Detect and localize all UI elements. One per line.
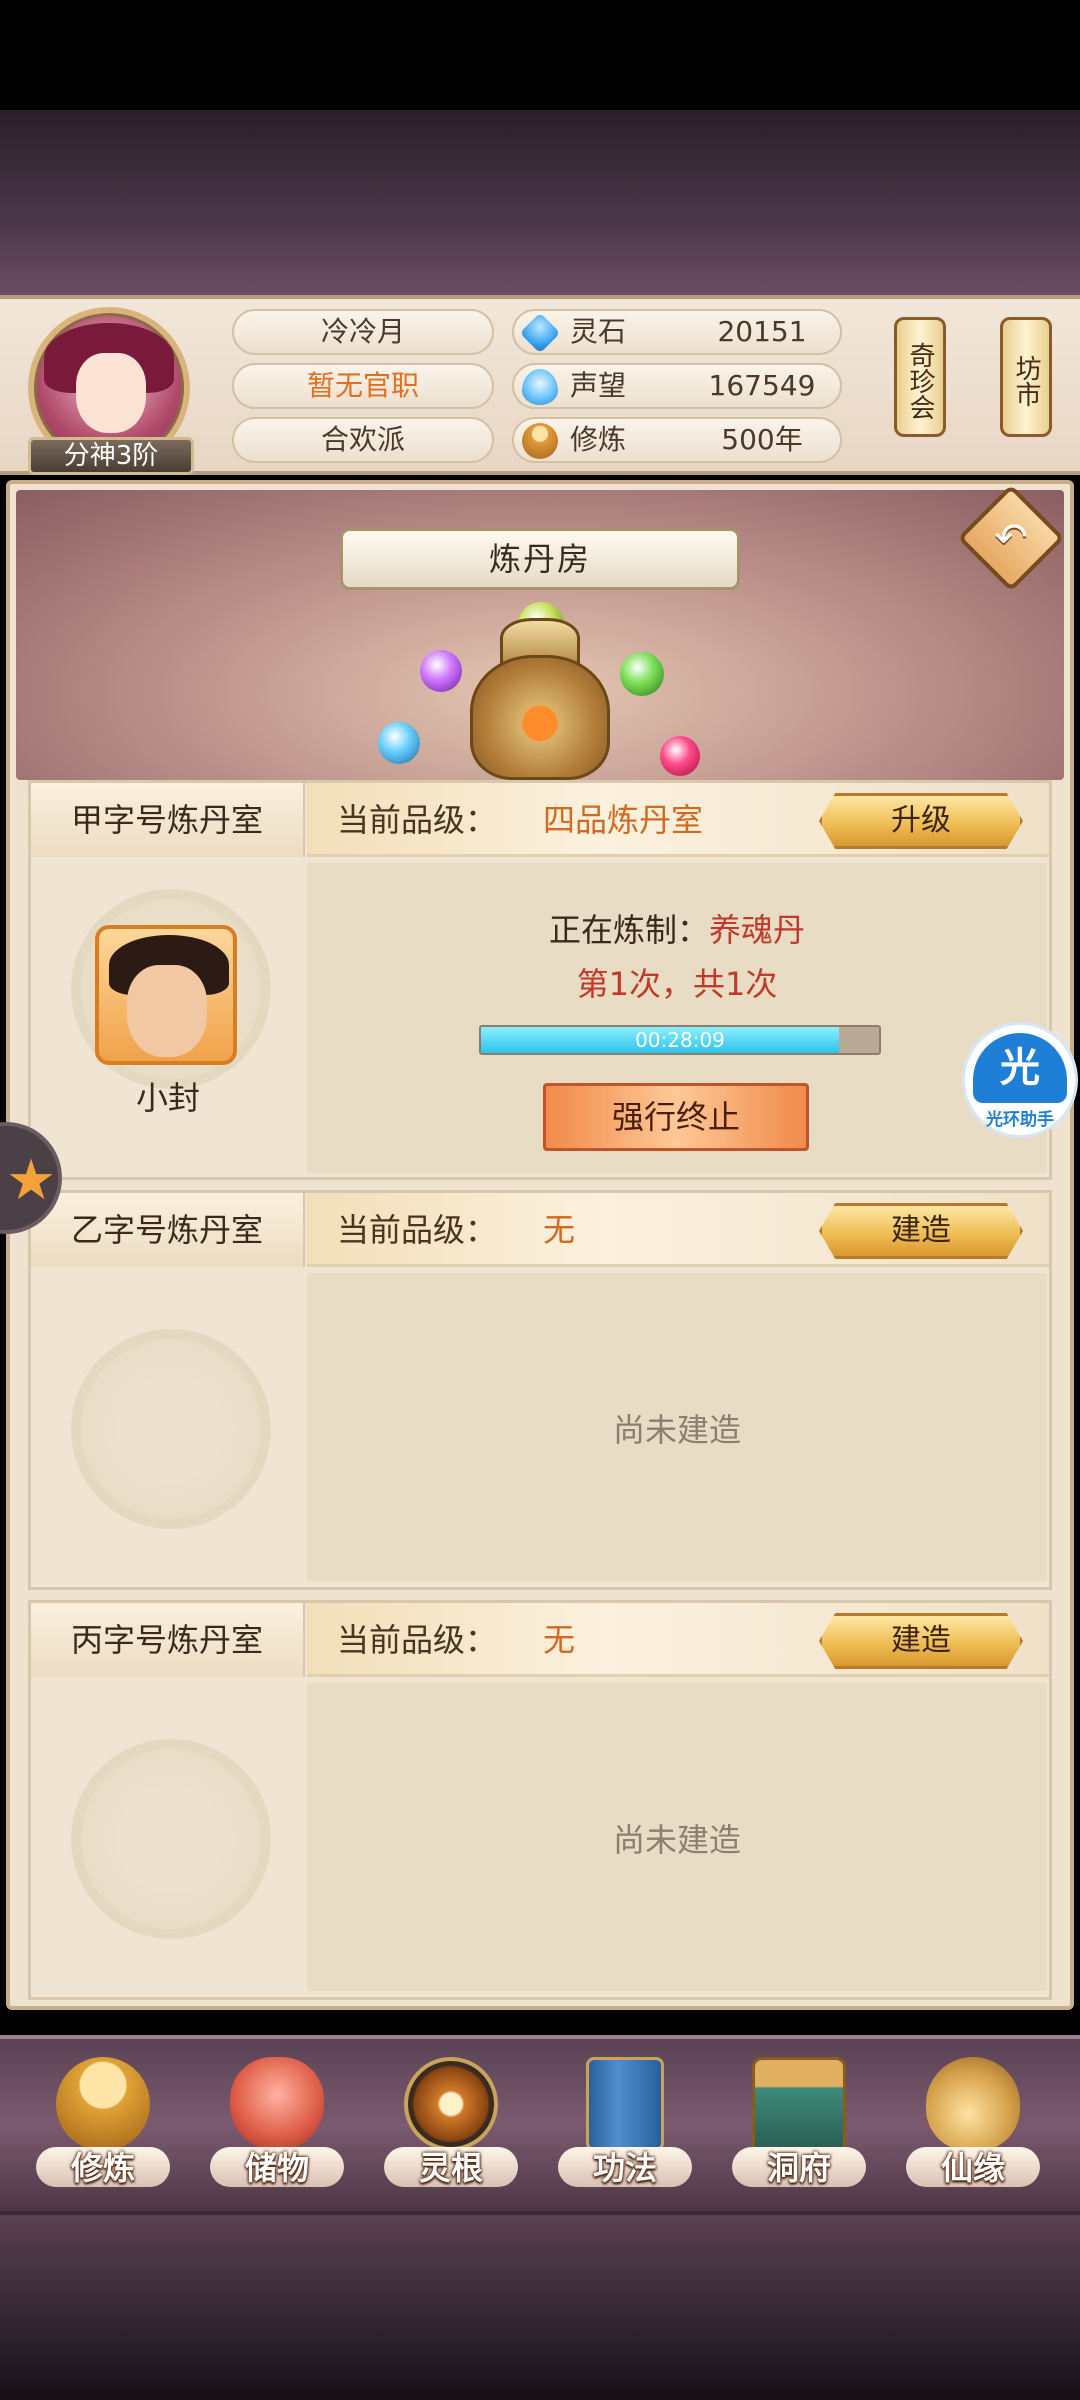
crafting-line: 正在炼制：养魂丹 — [307, 905, 1047, 951]
nav-storage[interactable]: 储物 — [202, 2051, 352, 2211]
lime-orb-icon — [620, 652, 664, 696]
resource-value: 167549 — [708, 369, 816, 402]
crafting-count: 第1次，共1次 — [576, 965, 778, 1003]
purple-orb-icon — [420, 650, 462, 692]
nav-label: 灵根 — [418, 2149, 483, 2187]
spirit-root-icon — [404, 2057, 498, 2151]
nav-label: 功法 — [592, 2149, 657, 2187]
nav-fate[interactable]: 仙缘 — [898, 2051, 1048, 2211]
star-icon: ★ — [6, 1148, 57, 1213]
grade-value: 无 — [543, 1621, 576, 1659]
assistant-label: 光环助手 — [986, 1110, 1054, 1130]
crafting-label: 正在炼制： — [548, 911, 709, 949]
alchemy-room-1: 甲字号炼丹室 当前品级： 四品炼丹室 升级 小封 正在炼制：养魂丹 第1次，共1… — [28, 780, 1052, 1180]
nav-spirit-root[interactable]: 灵根 — [376, 2051, 526, 2211]
worker-face — [127, 965, 207, 1057]
resource-label: 声望 — [570, 369, 627, 402]
upgrade-button[interactable]: 升级 — [819, 793, 1023, 849]
resource-value: 500年 — [721, 423, 803, 456]
storage-bag-icon — [230, 2057, 324, 2151]
resource-label: 灵石 — [570, 315, 627, 348]
empty-room-area: 尚未建造 — [307, 1683, 1047, 1991]
not-built-text: 尚未建造 — [612, 1411, 741, 1449]
assistant-logo-icon: 光 — [973, 1033, 1067, 1103]
crafting-item: 养魂丹 — [709, 911, 806, 949]
resource-label: 修炼 — [570, 423, 627, 456]
pink-orb-icon — [660, 736, 700, 776]
gourd-icon — [926, 2057, 1020, 2151]
room-watermark — [71, 1329, 271, 1529]
room-grade-bar: 当前品级： 无 建造 — [307, 1193, 1049, 1267]
not-built-text: 尚未建造 — [612, 1821, 741, 1859]
force-stop-button[interactable]: 强行终止 — [543, 1083, 809, 1151]
player-name: 冷冷月 — [232, 309, 494, 355]
grade-value: 四品炼丹室 — [543, 801, 704, 839]
empty-room-area: 尚未建造 — [307, 1273, 1047, 1581]
grade-label: 当前品级： — [337, 1621, 498, 1659]
alchemy-cauldron-icon — [470, 655, 610, 780]
return-arrow-icon: ↶ — [994, 515, 1028, 561]
worker-slot — [31, 1269, 305, 1589]
room-grade-bar: 当前品级： 无 建造 — [307, 1603, 1049, 1677]
blue-orb-icon — [378, 722, 420, 764]
worker-slot: 小封 — [31, 859, 305, 1179]
meditation-icon — [56, 2057, 150, 2151]
bottom-nav: 修炼 储物 灵根 功法 洞府 仙缘 — [0, 2035, 1080, 2215]
realm-badge: 分神3阶 — [28, 437, 194, 475]
alchemy-room-3: 丙字号炼丹室 当前品级： 无 建造 尚未建造 — [28, 1600, 1052, 2000]
room-name: 丙字号炼丹室 — [31, 1603, 305, 1677]
room-watermark — [71, 1739, 271, 1939]
resource-cultivation: 修炼 500年 — [512, 417, 842, 463]
meditation-icon — [522, 423, 558, 459]
assistant-floating-button[interactable]: 光 光环助手 — [962, 1022, 1078, 1138]
market-button[interactable]: 坊市 — [1000, 317, 1052, 437]
build-button[interactable]: 建造 — [819, 1613, 1023, 1669]
resource-spirit-stone: 灵石 20151 — [512, 309, 842, 355]
nav-cultivation[interactable]: 修炼 — [28, 2051, 178, 2211]
room-name: 乙字号炼丹室 — [31, 1193, 305, 1267]
room-grade-bar: 当前品级： 四品炼丹室 升级 — [307, 783, 1049, 857]
nav-label: 洞府 — [766, 2149, 831, 2187]
resource-value: 20151 — [717, 315, 807, 348]
reputation-icon — [522, 369, 558, 405]
worker-slot — [31, 1679, 305, 1999]
alchemy-room-2: 乙字号炼丹室 当前品级： 无 建造 尚未建造 — [28, 1190, 1052, 1590]
grade-label: 当前品级： — [337, 801, 498, 839]
bottom-decor-band — [0, 2215, 1080, 2400]
nav-techniques[interactable]: 功法 — [550, 2051, 700, 2211]
official-post: 暂无官职 — [232, 363, 494, 409]
worker-name: 小封 — [135, 1079, 200, 1117]
nav-label: 仙缘 — [940, 2149, 1005, 2187]
nav-label: 修炼 — [70, 2149, 135, 2187]
worker-portrait[interactable] — [95, 925, 237, 1065]
top-decor-band — [0, 110, 1080, 295]
crafting-status: 正在炼制：养魂丹 第1次，共1次 00:28:09 强行终止 — [307, 863, 1047, 1173]
crafting-timer: 00:28:09 — [635, 1028, 725, 1052]
build-button[interactable]: 建造 — [819, 1203, 1023, 1259]
scripture-book-icon — [586, 2057, 664, 2151]
grade-value: 无 — [543, 1211, 576, 1249]
grade-label: 当前品级： — [337, 1211, 498, 1249]
nav-label: 储物 — [244, 2149, 309, 2187]
resource-reputation: 声望 167549 — [512, 363, 842, 409]
crafting-progress-bar: 00:28:09 — [479, 1025, 881, 1055]
page-title: 炼丹房 — [340, 528, 740, 590]
cave-mansion-icon — [752, 2057, 846, 2151]
room-name: 甲字号炼丹室 — [31, 783, 305, 857]
spirit-stone-icon — [519, 312, 561, 354]
treasure-fair-button[interactable]: 奇珍会 — [894, 317, 946, 437]
player-sect: 合欢派 — [232, 417, 494, 463]
nav-cave-mansion[interactable]: 洞府 — [724, 2051, 874, 2211]
player-header: 分神3阶 冷冷月 暂无官职 合欢派 灵石 20151 声望 167549 修炼 … — [0, 295, 1080, 475]
avatar-face — [76, 353, 146, 433]
